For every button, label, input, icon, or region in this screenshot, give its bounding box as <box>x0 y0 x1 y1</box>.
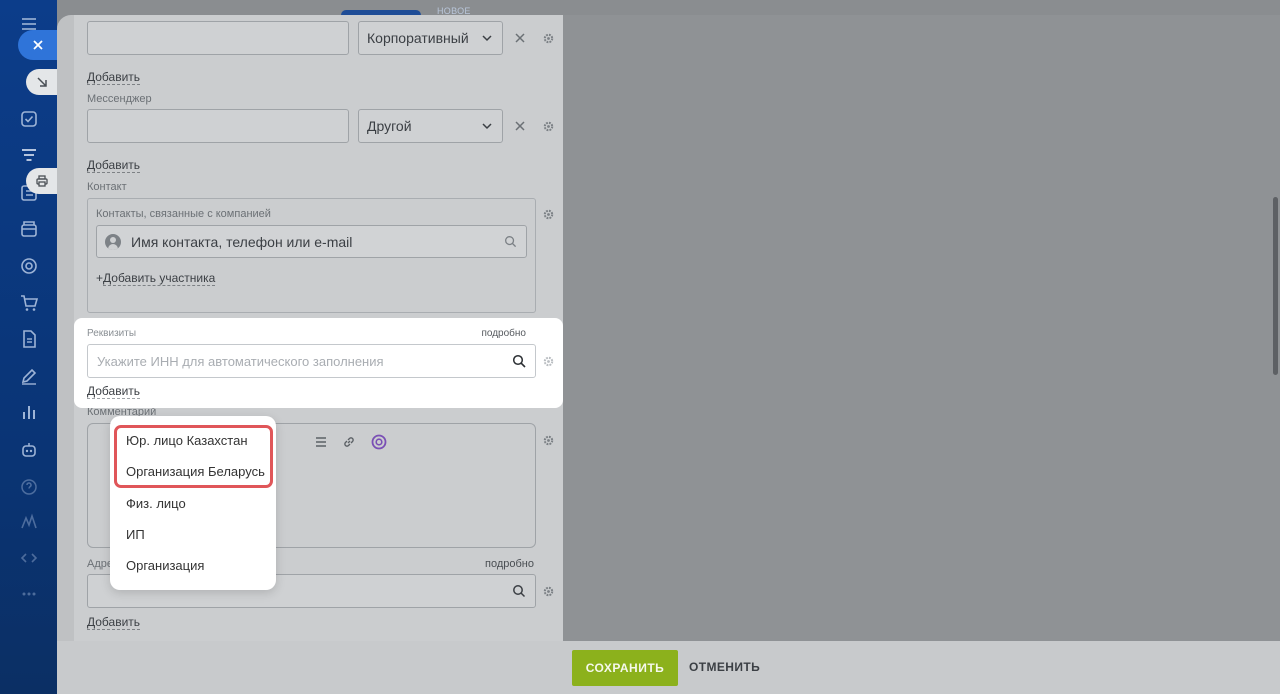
menu-item-ip[interactable]: ИП <box>126 527 145 542</box>
add-participant-link[interactable]: +Добавить участника <box>96 271 216 286</box>
code-icon[interactable] <box>19 548 39 568</box>
print-button[interactable] <box>26 168 58 194</box>
add-messenger-link[interactable]: Добавить <box>87 158 141 173</box>
target-icon[interactable] <box>19 256 39 276</box>
add-address-link[interactable]: Добавить <box>87 615 141 630</box>
messenger-type-select[interactable]: Другой <box>358 109 503 143</box>
gear-icon[interactable] <box>542 120 555 133</box>
requisites-label: Реквизиты <box>87 328 137 339</box>
user-avatar-icon <box>105 233 121 250</box>
inn-search-input[interactable]: Укажите ИНН для автоматического заполнен… <box>87 344 536 378</box>
scrollbar[interactable] <box>1273 197 1278 375</box>
store-icon[interactable] <box>19 219 39 239</box>
requisites-card: Реквизиты подробно Укажите ИНН для автом… <box>74 318 563 408</box>
tasks-icon[interactable] <box>19 109 39 129</box>
gear-icon[interactable] <box>542 434 555 447</box>
address-more-link[interactable]: подробно <box>485 558 534 570</box>
footer-bar: СОХРАНИТЬ ОТМЕНИТЬ <box>57 641 1280 694</box>
gear-icon[interactable] <box>542 585 555 598</box>
printer-icon <box>35 174 49 188</box>
contact-sublabel: Контакты, связанные с компанией <box>96 208 271 220</box>
menu-item-organization[interactable]: Организация <box>126 558 204 573</box>
arrow-down-right-icon <box>35 75 49 89</box>
gear-icon[interactable] <box>542 32 555 45</box>
chevron-down-icon <box>481 120 493 132</box>
chevron-down-icon <box>481 32 493 44</box>
gear-icon[interactable] <box>542 355 555 368</box>
search-icon <box>504 235 517 248</box>
remove-messenger-icon[interactable] <box>514 120 526 132</box>
search-icon[interactable] <box>512 354 526 368</box>
contact-input-value: Имя контакта, телефон или e-mail <box>131 233 353 250</box>
list-icon[interactable] <box>314 435 328 449</box>
more-icon[interactable] <box>19 584 39 604</box>
messenger-type-value: Другой <box>367 118 412 134</box>
save-button[interactable]: СОХРАНИТЬ <box>572 650 678 686</box>
inn-placeholder: Укажите ИНН для автоматического заполнен… <box>97 353 384 369</box>
messenger-input[interactable] <box>87 109 349 143</box>
requisites-more-link[interactable]: подробно <box>481 328 526 339</box>
add-requisites-link[interactable]: Добавить <box>87 384 141 399</box>
gear-icon[interactable] <box>542 208 555 221</box>
overlay-area <box>563 15 1280 694</box>
marketing-icon[interactable] <box>19 512 39 532</box>
phone-type-select[interactable]: Корпоративный <box>358 21 503 55</box>
highlight-frame <box>114 425 273 488</box>
contact-search-input[interactable]: Имя контакта, телефон или e-mail <box>96 225 527 258</box>
phone-type-value: Корпоративный <box>367 30 469 46</box>
minimize-slider-button[interactable] <box>26 69 58 95</box>
menu-item-individual[interactable]: Физ. лицо <box>126 496 186 511</box>
link-icon[interactable] <box>342 435 356 449</box>
search-icon[interactable] <box>512 584 526 598</box>
analytics-icon[interactable] <box>19 402 39 422</box>
document-icon[interactable] <box>19 329 39 349</box>
close-icon <box>31 38 45 52</box>
copilot-icon[interactable] <box>371 434 387 450</box>
add-phone-link[interactable]: Добавить <box>87 70 141 85</box>
contact-label: Контакт <box>87 181 127 193</box>
remove-phone-icon[interactable] <box>514 32 526 44</box>
messenger-label: Мессенджер <box>87 93 152 105</box>
filter-icon[interactable] <box>19 145 39 165</box>
phone-input[interactable] <box>87 21 349 55</box>
cancel-button[interactable]: ОТМЕНИТЬ <box>689 660 760 674</box>
cart-icon[interactable] <box>19 293 39 313</box>
edit-icon[interactable] <box>19 366 39 386</box>
close-slider-button[interactable] <box>18 30 58 60</box>
robot-icon[interactable] <box>19 440 39 460</box>
help-icon[interactable] <box>19 477 39 497</box>
left-sidebar <box>0 0 57 694</box>
